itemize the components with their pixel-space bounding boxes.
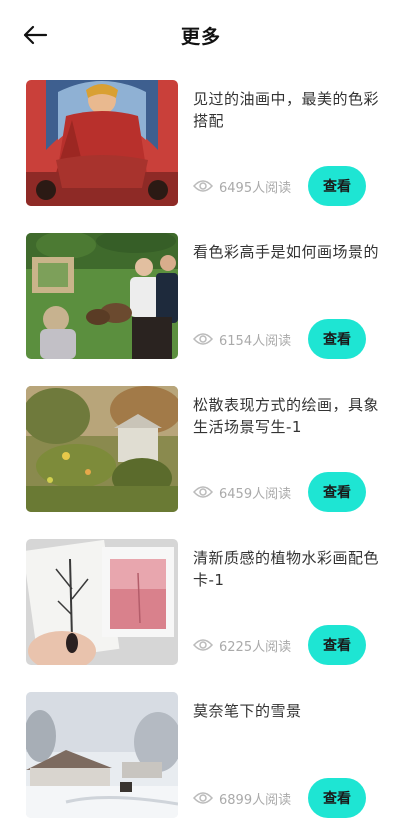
article-thumbnail[interactable] (26, 539, 178, 665)
article-title[interactable]: 见过的油画中，最美的色彩搭配 (193, 88, 383, 132)
read-count-text: 6154人阅读 (219, 333, 292, 349)
read-count-text: 6899人阅读 (219, 792, 292, 808)
eye-icon (193, 638, 213, 652)
eye-icon (193, 179, 213, 193)
read-count: 6154人阅读 (193, 329, 291, 349)
read-count: 6459人阅读 (193, 482, 291, 502)
article-item[interactable]: 清新质感的植物水彩画配色卡-1 6225人阅读 查看 (0, 529, 402, 669)
article-title[interactable]: 松散表现方式的绘画，具象生活场景写生-1 (193, 394, 383, 438)
view-button[interactable]: 查看 (308, 472, 366, 512)
view-button[interactable]: 查看 (308, 319, 366, 359)
article-item[interactable]: 莫奈笔下的雪景 6899人阅读 查看 (0, 682, 402, 822)
article-title[interactable]: 清新质感的植物水彩画配色卡-1 (193, 547, 383, 591)
read-count-text: 6495人阅读 (219, 180, 292, 196)
eye-icon (193, 332, 213, 346)
eye-icon (193, 791, 213, 805)
view-button[interactable]: 查看 (308, 166, 366, 206)
view-button[interactable]: 查看 (308, 778, 366, 818)
article-title[interactable]: 看色彩高手是如何画场景的 (193, 241, 383, 263)
article-thumbnail[interactable] (26, 692, 178, 818)
header-bar: 更多 (0, 0, 402, 70)
page-title: 更多 (180, 26, 221, 48)
article-item[interactable]: 见过的油画中，最美的色彩搭配 6495人阅读 查看 (0, 70, 402, 210)
article-thumbnail[interactable] (26, 386, 178, 512)
article-thumbnail[interactable] (26, 80, 178, 206)
read-count: 6899人阅读 (193, 788, 291, 808)
article-title[interactable]: 莫奈笔下的雪景 (193, 700, 383, 722)
read-count-text: 6225人阅读 (219, 639, 292, 655)
eye-icon (193, 485, 213, 499)
read-count: 6225人阅读 (193, 635, 291, 655)
view-button[interactable]: 查看 (308, 625, 366, 665)
read-count: 6495人阅读 (193, 176, 291, 196)
article-item[interactable]: 松散表现方式的绘画，具象生活场景写生-1 6459人阅读 查看 (0, 376, 402, 516)
article-thumbnail[interactable] (26, 233, 178, 359)
article-item[interactable]: 看色彩高手是如何画场景的 6154人阅读 查看 (0, 223, 402, 363)
read-count-text: 6459人阅读 (219, 486, 292, 502)
